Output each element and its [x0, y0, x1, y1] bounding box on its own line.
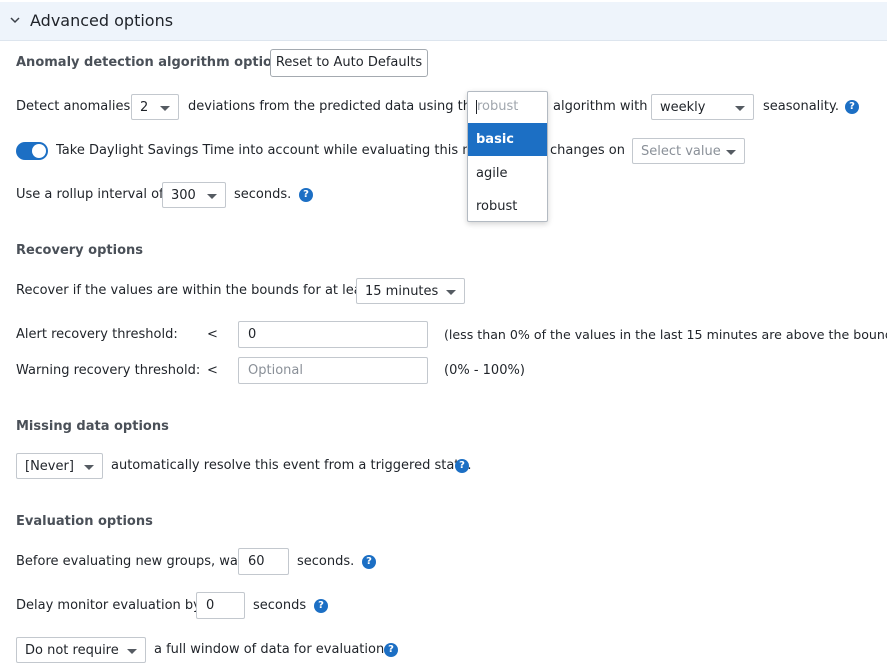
- warning-recovery-input[interactable]: Optional: [238, 357, 428, 384]
- seasonality-text: seasonality.: [763, 99, 839, 114]
- new-group-delay-suffix: seconds.: [297, 554, 355, 569]
- chevron-down-icon: [10, 17, 20, 24]
- caret-down-icon: [127, 649, 137, 654]
- text-cursor: [476, 100, 477, 114]
- algorithm-option-robust[interactable]: robust: [468, 190, 547, 223]
- deviations-select[interactable]: 2: [131, 94, 179, 120]
- evaluation-section-title: Evaluation options: [16, 514, 153, 529]
- full-window-value: Do not require: [25, 643, 119, 658]
- rollup-interval-select[interactable]: 300: [162, 182, 226, 208]
- algorithm-option-agile[interactable]: agile: [468, 157, 547, 190]
- full-window-text: a full window of data for evaluation.: [154, 642, 389, 657]
- recovery-section-title: Recovery options: [16, 243, 143, 258]
- caret-down-icon: [446, 290, 456, 295]
- dst-toggle[interactable]: [16, 142, 48, 160]
- reset-auto-defaults-button[interactable]: Reset to Auto Defaults: [270, 49, 428, 77]
- recovery-window-select[interactable]: 15 minutes: [356, 278, 465, 304]
- advanced-options-header[interactable]: Advanced options: [0, 2, 887, 41]
- missing-data-section-title: Missing data options: [16, 419, 169, 434]
- help-icon[interactable]: ?: [384, 643, 398, 657]
- deviations-text: deviations from the predicted data using…: [188, 99, 479, 114]
- algorithm-dropdown[interactable]: robust basic agile robust: [467, 91, 548, 222]
- full-window-select[interactable]: Do not require: [16, 637, 146, 663]
- auto-resolve-text: automatically resolve this event from a …: [111, 458, 472, 473]
- caret-down-icon: [84, 465, 94, 470]
- dst-text: Take Daylight Savings Time into account …: [56, 143, 467, 158]
- alert-recovery-label: Alert recovery threshold:: [16, 327, 178, 342]
- new-group-delay-input[interactable]: 60: [238, 548, 289, 575]
- alert-recovery-input[interactable]: 0: [238, 321, 428, 348]
- warning-recovery-placeholder: Optional: [248, 363, 303, 378]
- algorithm-search-input[interactable]: robust: [468, 92, 547, 122]
- help-icon[interactable]: ?: [455, 459, 469, 473]
- help-icon[interactable]: ?: [314, 599, 328, 613]
- alert-recovery-value: 0: [248, 327, 257, 342]
- rollup-label: Use a rollup interval of: [16, 187, 164, 202]
- caret-down-icon: [735, 106, 745, 111]
- help-icon[interactable]: ?: [299, 188, 313, 202]
- auto-resolve-select[interactable]: [Never]: [16, 453, 103, 479]
- warning-recovery-hint: (0% - 100%): [444, 363, 525, 378]
- evaluation-delay-suffix: seconds: [253, 598, 307, 613]
- timezone-placeholder: Select value: [641, 144, 721, 159]
- auto-resolve-value: [Never]: [25, 459, 74, 474]
- algorithm-text: algorithm with: [553, 99, 648, 114]
- toggle-knob: [32, 144, 46, 158]
- anomaly-section-title: Anomaly detection algorithm options: [16, 55, 289, 70]
- alert-recovery-hint: (less than 0% of the values in the last …: [444, 327, 887, 342]
- timezone-select[interactable]: Select value: [632, 138, 745, 164]
- rollup-value: 300: [171, 188, 196, 203]
- evaluation-delay-label: Delay monitor evaluation by: [16, 598, 201, 613]
- new-group-delay-value: 60: [248, 554, 265, 569]
- dst-changes-text: changes on: [550, 143, 625, 158]
- warning-operator: <: [207, 363, 218, 378]
- evaluation-delay-value: 0: [206, 598, 215, 613]
- recover-text: Recover if the values are within the bou…: [16, 283, 374, 298]
- rollup-suffix: seconds.: [234, 187, 292, 202]
- deviations-value: 2: [140, 100, 149, 115]
- algorithm-search-value: robust: [477, 99, 519, 114]
- warning-recovery-label: Warning recovery threshold:: [16, 363, 201, 378]
- algorithm-option-basic[interactable]: basic: [468, 123, 547, 156]
- advanced-options-title: Advanced options: [30, 11, 174, 30]
- help-icon[interactable]: ?: [845, 100, 859, 114]
- new-group-delay-label: Before evaluating new groups, wait: [16, 554, 247, 569]
- caret-down-icon: [726, 150, 736, 155]
- seasonality-value: weekly: [660, 100, 706, 115]
- seasonality-select[interactable]: weekly: [651, 94, 754, 120]
- alert-operator: <: [207, 327, 218, 342]
- evaluation-delay-input[interactable]: 0: [196, 592, 245, 619]
- help-icon[interactable]: ?: [362, 555, 376, 569]
- detect-anomalies-label: Detect anomalies: [16, 99, 131, 114]
- caret-down-icon: [207, 194, 217, 199]
- recovery-window-value: 15 minutes: [365, 284, 439, 299]
- caret-down-icon: [160, 106, 170, 111]
